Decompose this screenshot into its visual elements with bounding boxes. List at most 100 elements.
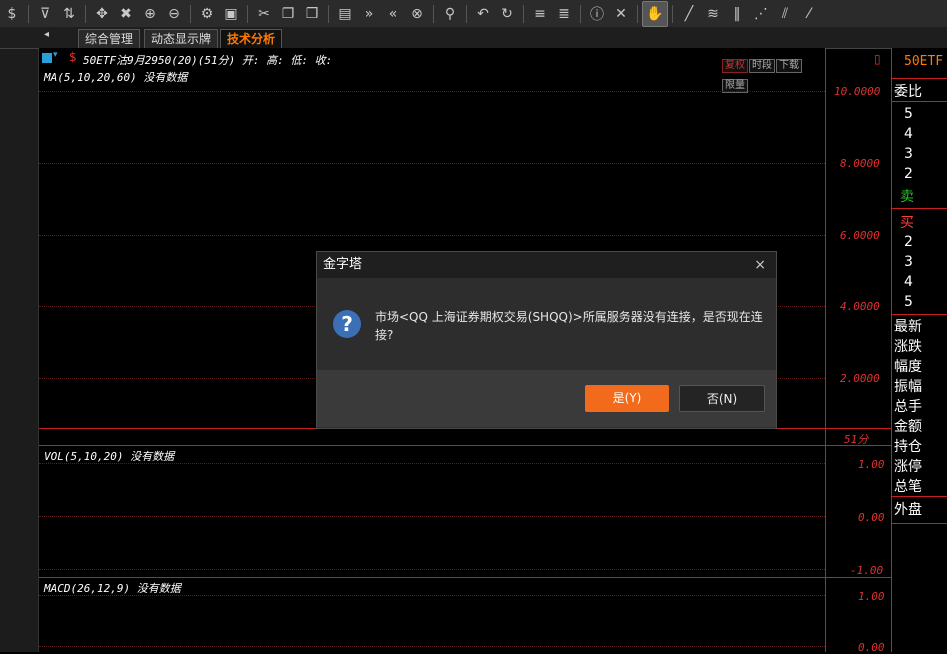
undo-icon[interactable]: ↶ [471,2,495,26]
sort-icon[interactable]: ⇅ [57,2,81,26]
y-tick: 0.00 [858,641,885,654]
toolbar-separator [28,4,29,23]
dialog-title: 金字塔 [323,257,363,272]
buy-level: 2 [904,234,913,250]
buy-level: 4 [904,274,913,290]
divider [892,523,947,524]
tab-dynamic-board[interactable]: 动态显示牌 [144,29,219,48]
y-tick: 2.0000 [840,372,880,385]
y-axis: ▯ 10.0000 8.0000 6.0000 4.0000 2.0000 51… [826,48,891,654]
grid-line [39,91,825,92]
y-axis-box-icon[interactable]: ▯ [874,52,881,66]
grid-line [39,516,825,517]
y-tick: 1.00 [858,590,885,603]
bars-icon[interactable]: ‖ [725,2,749,26]
panel-icon[interactable]: ▤ [333,2,357,26]
dollar-icon[interactable]: $ [0,2,24,26]
hand-icon[interactable]: ✋ [642,0,668,27]
grid-line [39,569,825,570]
field-total-trades: 总笔 [894,479,922,495]
back-icon[interactable]: « [381,2,405,26]
dollar-icon: $ [69,50,77,64]
restore-rights-button[interactable]: 复权 [722,59,748,73]
zoom-out-icon[interactable]: ⊖ [162,2,186,26]
connect-dialog: 金字塔 × ? 市场<QQ 上海证券期权交易(SHQQ)>所属服务器没有连接，是… [316,251,777,429]
divider [892,208,947,209]
sell-level: 4 [904,126,913,142]
settings-icon[interactable]: ⚙ [195,2,219,26]
chart-header: 50ETF沽9月2950(20)(51分) 开: 高: 低: 收: [83,54,333,67]
grid-line [39,463,825,464]
sell-label: 卖 [900,189,914,205]
close-icon[interactable]: ✕ [609,2,633,26]
pane-divider [826,428,891,429]
info-icon[interactable]: ⓘ [585,2,609,26]
list-alt-icon[interactable]: ≣ [552,2,576,26]
forward-icon[interactable]: » [357,2,381,26]
field-change: 涨跌 [894,339,922,355]
ma-label: MA(5,10,20,60) 没有数据 [44,71,188,84]
filter-icon[interactable]: ⊽ [33,2,57,26]
y-tick: 10.0000 [834,85,881,98]
period-button[interactable]: 时段 [749,59,775,73]
tab-bar: ◂ [0,27,947,49]
copy-icon[interactable]: ❐ [276,2,300,26]
toolbar-separator [433,4,434,23]
grid-line [39,235,825,236]
pane-divider [826,577,891,578]
tab-comprehensive[interactable]: 综合管理 [78,29,141,48]
dialog-message: 市场<QQ 上海证券期权交易(SHQQ)>所属服务器没有连接，是否现在连接? [375,310,763,342]
toolbar: $ ⊽ ⇅ ✥ ✖ ⊕ ⊖ ⚙ ▣ ✂ ❐ ❒ ▤» «⊗ ⚲ ↶ ↻ ≡ ≣ ⓘ ✕ ✋ ╱ ≋ ‖ ⋰ ⫽ ⁄ [0,0,947,28]
field-open-interest: 持仓 [894,439,922,455]
cut-icon[interactable]: ✂ [252,2,276,26]
save-icon[interactable]: ▣ [219,2,243,26]
field-amplitude: 振幅 [894,379,922,395]
field-limit-up: 涨停 [894,459,922,475]
pane-divider [39,445,825,446]
corner-buttons: 复权 时段 下载限量 [721,53,825,93]
sell-level: 3 [904,146,913,162]
toolbar-separator [190,4,191,23]
no-button[interactable]: 否(N) [679,385,765,412]
dialog-title-bar[interactable]: 金字塔 × [317,252,776,278]
search-icon[interactable]: ⚲ [438,2,462,26]
paste-icon[interactable]: ❒ [300,2,324,26]
zoom-in-icon[interactable]: ⊕ [138,2,162,26]
list-icon[interactable]: ≡ [528,2,552,26]
dropdown-icon[interactable]: ▾ [53,50,58,60]
toolbar-separator [247,4,248,23]
cancel-icon[interactable]: ⊗ [405,2,429,26]
y-tick: 1.00 [858,458,885,471]
fib-icon[interactable]: ≋ [701,2,725,26]
yes-button[interactable]: 是(Y) [585,385,669,412]
y-tick: 4.0000 [840,300,880,313]
tab-technical-analysis[interactable]: 技术分析 [220,29,283,48]
ray-icon[interactable]: ⁄ [797,2,821,26]
line-icon[interactable]: ╱ [677,2,701,26]
toolbar-separator [580,4,581,23]
move-icon[interactable]: ✥ [90,2,114,26]
quote-title: 50ETF [904,54,944,69]
refresh-icon[interactable]: ↻ [495,2,519,26]
channel-icon[interactable]: ⋰ [749,2,773,26]
toolbar-separator [85,4,86,23]
grid-line [39,646,825,647]
divider [892,496,947,497]
divider [892,78,947,79]
tab-scroll-left-icon[interactable]: ◂ [44,29,49,40]
dialog-body: ? 市场<QQ 上海证券期权交易(SHQQ)>所属服务器没有连接，是否现在连接? [317,278,776,370]
y-tick: 6.0000 [840,229,880,242]
y-tick: 0.00 [858,511,885,524]
pane-divider [39,577,825,578]
parallel-icon[interactable]: ⫽ [773,2,797,26]
sell-level: 2 [904,166,913,182]
crosshair-icon[interactable]: ✖ [114,2,138,26]
download-button[interactable]: 下载 [776,59,802,73]
buy-label: 买 [900,215,914,231]
vol-label: VOL(5,10,20) 没有数据 [44,450,175,463]
toolbar-separator [637,4,638,23]
grid-line [39,163,825,164]
chart-color-box[interactable] [42,53,52,63]
divider [892,101,947,102]
close-icon[interactable]: × [754,252,766,278]
